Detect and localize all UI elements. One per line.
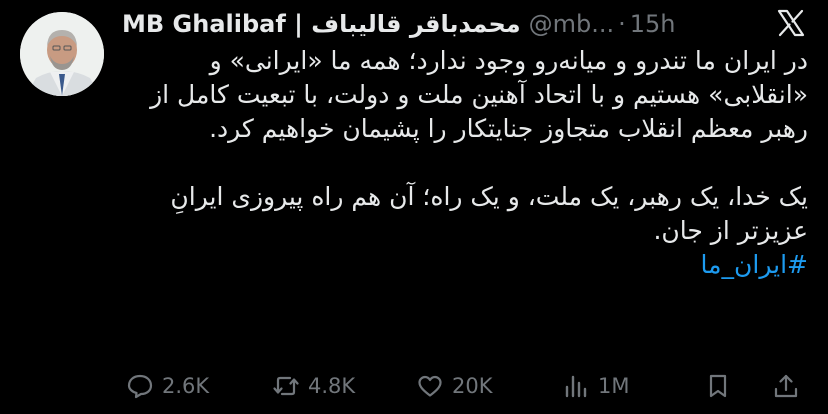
- action-bar: 2.6K 4.8K 20K 1M: [120, 366, 808, 406]
- hashtag-link[interactable]: #ایران_ما: [701, 250, 808, 279]
- separator-dot: ·: [618, 10, 626, 38]
- reply-count: 2.6K: [162, 374, 210, 398]
- like-icon: [418, 375, 442, 397]
- views-icon: [565, 375, 587, 398]
- author-name[interactable]: MB Ghalibaf | محمدباقر قالیباف: [122, 10, 521, 38]
- post-time[interactable]: 15h: [630, 10, 676, 38]
- reply-button[interactable]: 2.6K: [126, 372, 209, 400]
- bookmark-icon: [709, 374, 727, 398]
- share-button[interactable]: [772, 372, 800, 400]
- post-paragraph: یک خدا، یک رهبر، یک ملت، و یک راه؛ آن هم…: [170, 182, 808, 245]
- avatar-photo: [20, 12, 104, 96]
- repost-count: 4.8K: [308, 374, 356, 398]
- like-button[interactable]: 20K: [416, 372, 493, 400]
- x-logo-icon[interactable]: [776, 8, 806, 38]
- repost-icon: [273, 376, 299, 396]
- avatar[interactable]: [20, 12, 104, 96]
- views-button[interactable]: 1M: [562, 372, 629, 400]
- post-text: در ایران ما تندرو و میانه‌رو وجود ندارد؛…: [120, 44, 808, 282]
- like-count: 20K: [452, 374, 493, 398]
- views-count: 1M: [598, 374, 630, 398]
- share-icon: [774, 374, 798, 398]
- post-paragraph: در ایران ما تندرو و میانه‌رو وجود ندارد؛…: [150, 46, 808, 143]
- bookmark-button[interactable]: [704, 372, 732, 400]
- reply-icon: [127, 374, 153, 399]
- author-handle[interactable]: @mb...: [529, 10, 615, 38]
- post-header: MB Ghalibaf | محمدباقر قالیباف @mb... · …: [122, 6, 722, 42]
- repost-button[interactable]: 4.8K: [272, 372, 355, 400]
